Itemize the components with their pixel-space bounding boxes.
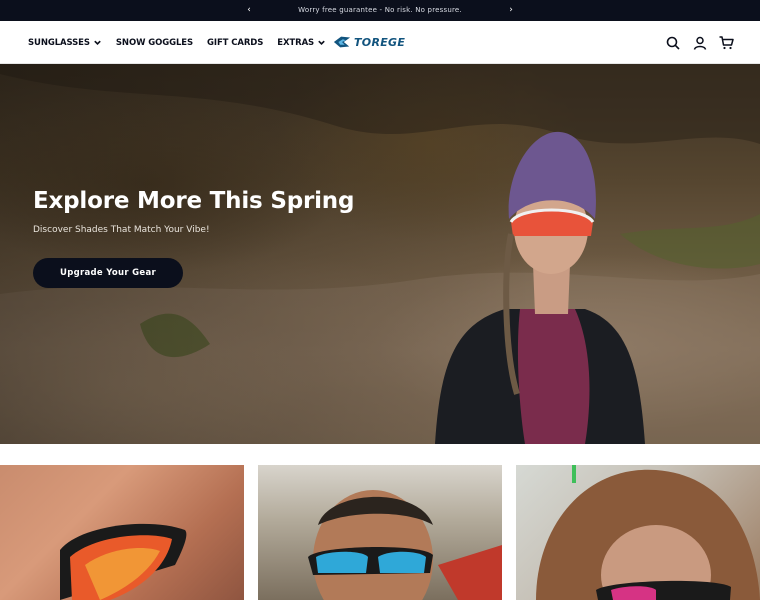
nav-item-label: GIFT CARDS [207,37,264,48]
lifestyle-model-image [536,465,760,600]
sport-model-image [308,490,502,600]
collection-tile-sunglasses-closeup[interactable] [0,465,244,600]
search-icon[interactable] [665,35,680,50]
collection-tile-lifestyle[interactable] [516,465,760,600]
hero-subtitle: Discover Shades That Match Your Vibe! [33,225,210,235]
nav-item-label: SUNGLASSES [28,37,90,48]
hero-model-image [435,131,645,444]
account-icon[interactable] [692,35,707,50]
nav-item-sunglasses[interactable]: SUNGLASSES [28,38,102,48]
cart-icon[interactable] [719,35,734,50]
site-header: SUNGLASSES SNOW GOGGLES GIFT CARDS EXTRA… [0,21,760,64]
nav-item-gift-cards[interactable]: GIFT CARDS [207,38,263,48]
nav-item-label: EXTRAS [277,37,315,48]
brand-mark-icon [333,36,351,48]
brand-name: TOREGE [354,35,406,49]
announcement-text: Worry free guarantee - No risk. No press… [298,6,462,14]
nav-item-extras[interactable]: EXTRAS [277,38,326,48]
hero-title: Explore More This Spring [33,188,355,214]
main-nav: SUNGLASSES SNOW GOGGLES GIFT CARDS EXTRA… [28,21,326,64]
chevron-down-icon [94,40,101,45]
announcement-next-button[interactable]: › [502,0,520,21]
collection-tiles [0,465,760,600]
chevron-down-icon [318,40,325,45]
sunglasses-product-image [60,523,187,600]
hero-banner: Explore More This Spring Discover Shades… [0,64,760,444]
nav-item-snow-goggles[interactable]: SNOW GOGGLES [116,38,193,48]
announcement-bar: ‹ Worry free guarantee - No risk. No pre… [0,0,760,21]
header-actions [665,21,734,64]
upgrade-gear-button[interactable]: Upgrade Your Gear [33,258,183,288]
brand-logo[interactable]: TOREGE [333,32,429,52]
nav-item-label: SNOW GOGGLES [115,37,194,48]
collection-tile-sport[interactable] [258,465,502,600]
